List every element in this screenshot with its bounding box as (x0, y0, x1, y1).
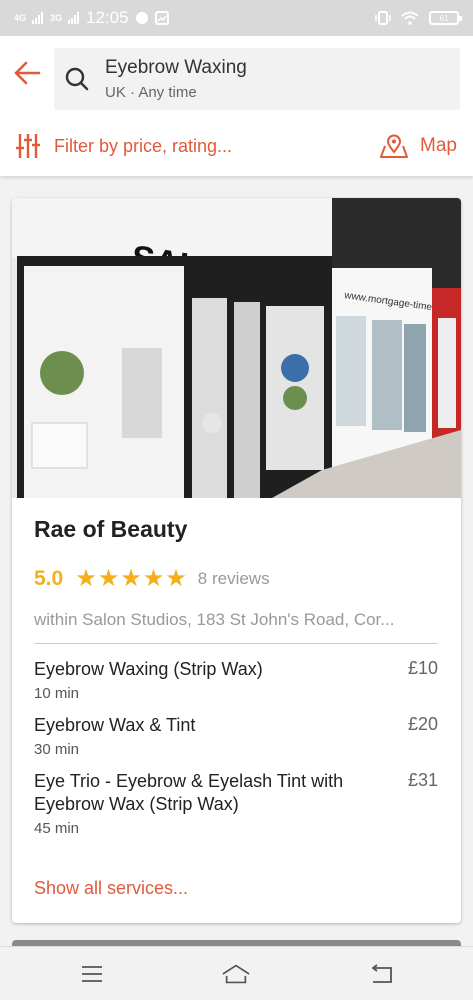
vibrate-icon (375, 11, 391, 25)
menu-button[interactable] (77, 961, 107, 987)
map-label: Map (420, 135, 457, 156)
service-name: Eyebrow Waxing (Strip Wax) (34, 659, 263, 679)
venue-photo[interactable]: SALON STUDIOS www.mortgage-time.co.uk (12, 198, 461, 498)
service-item[interactable]: Eyebrow Waxing (Strip Wax) £10 10 min (34, 658, 438, 702)
review-count[interactable]: 8 reviews (198, 569, 270, 589)
service-name: Eyebrow Wax & Tint (34, 715, 196, 735)
filter-label: Filter by price, rating... (54, 135, 233, 156)
filter-row: Filter by price, rating... Map (0, 126, 473, 166)
venue-card[interactable]: SALON STUDIOS www.mortgage-time.co.uk Ra… (12, 198, 461, 923)
sliders-icon (16, 134, 40, 158)
rating-row: 5.0 ★★★★★ 8 reviews (34, 564, 270, 593)
battery-level: 61 (439, 13, 449, 23)
venue-address: within Salon Studios, 183 St John's Road… (34, 610, 395, 629)
service-duration: 30 min (34, 741, 80, 758)
back-nav-icon (371, 964, 392, 983)
search-header: Eyebrow Waxing UK · Any time Filter by p… (0, 36, 473, 176)
arrow-left-icon (14, 61, 41, 85)
map-pin-icon (380, 134, 409, 158)
search-subtitle: UK · Any time (105, 84, 197, 101)
search-field[interactable]: Eyebrow Waxing UK · Any time (54, 48, 460, 110)
service-price: £20 (407, 714, 438, 734)
notification-icon (135, 12, 148, 24)
system-nav-bar (0, 946, 473, 1000)
battery-icon: 61 (429, 11, 462, 25)
signal-icon-2 (68, 12, 80, 24)
back-button[interactable] (10, 56, 44, 90)
service-item[interactable]: Eyebrow Wax & Tint £20 30 min (34, 714, 438, 758)
menu-icon (82, 966, 102, 982)
map-button[interactable]: Map (380, 134, 457, 158)
service-item[interactable]: Eye Trio - Eyebrow & Eyelash Tint with E… (34, 770, 438, 837)
back-nav-button[interactable] (366, 961, 396, 987)
search-icon (65, 67, 89, 91)
wifi-icon (401, 11, 419, 25)
network-indicator-1: 4G (14, 12, 27, 23)
service-duration: 10 min (34, 685, 80, 702)
network-indicator-2: 3G (50, 12, 63, 23)
status-bar: 4G 3G 12:05 61 (0, 0, 473, 36)
star-icons: ★★★★★ (75, 565, 188, 592)
filter-button[interactable]: Filter by price, rating... (16, 133, 232, 159)
service-price: £31 (407, 770, 438, 790)
service-duration: 45 min (34, 820, 80, 837)
search-query: Eyebrow Waxing (105, 57, 247, 78)
service-name: Eye Trio - Eyebrow & Eyelash Tint with E… (34, 771, 344, 814)
home-button[interactable] (221, 961, 251, 987)
rating-value: 5.0 (34, 566, 64, 590)
service-price: £10 (407, 658, 438, 678)
service-list: Eyebrow Waxing (Strip Wax) £10 10 min Ey… (34, 658, 438, 849)
divider (34, 643, 438, 644)
home-icon (222, 964, 250, 984)
venue-name: Rae of Beauty (34, 516, 188, 542)
signal-icon (32, 12, 44, 24)
show-all-services-link[interactable]: Show all services... (34, 878, 188, 899)
clock: 12:05 (86, 8, 129, 27)
image-icon (154, 11, 169, 25)
